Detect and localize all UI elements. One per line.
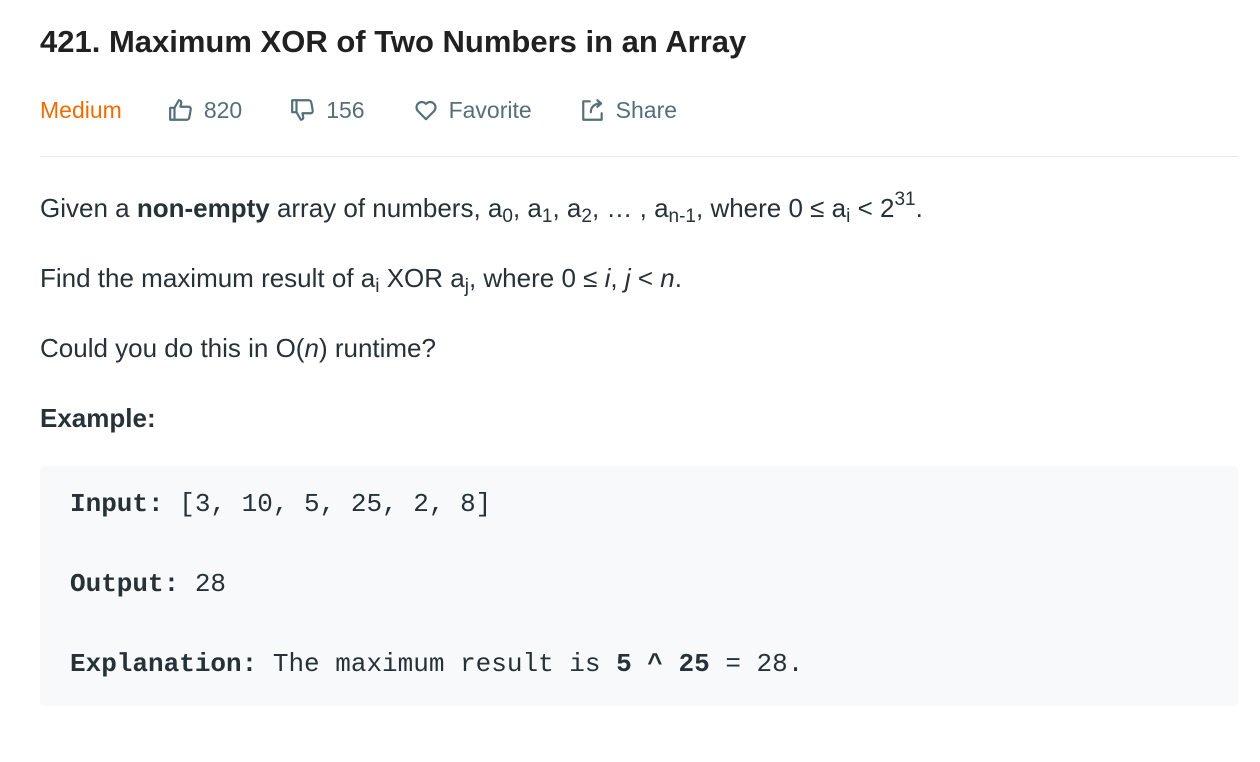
problem-meta-bar: Medium 820 156 Favorite Share — [40, 90, 725, 130]
explanation-expression: 5 ^ 25 — [616, 649, 710, 679]
thumbs-down-icon — [291, 99, 315, 121]
share-label: Share — [615, 96, 678, 123]
example-code-block: Input: [3, 10, 5, 25, 2, 8] Output: 28 E… — [40, 466, 1238, 706]
input-label: Input: — [70, 489, 164, 519]
share-button[interactable]: Share — [580, 97, 677, 124]
share-icon — [581, 99, 603, 121]
example-explanation-line: Explanation: The maximum result is 5 ^ 2… — [70, 649, 804, 679]
favorite-button[interactable]: Favorite — [413, 97, 532, 124]
divider — [40, 156, 1238, 157]
description-paragraph: Find the maximum result of ai XOR aj, wh… — [40, 263, 682, 297]
like-button[interactable]: 820 — [168, 97, 242, 124]
like-count: 820 — [203, 96, 243, 123]
dislike-count: 156 — [326, 96, 365, 123]
difficulty-label: Medium — [40, 96, 122, 123]
explanation-label: Explanation: — [70, 649, 258, 679]
thumbs-up-icon — [168, 99, 192, 121]
input-value: [3, 10, 5, 25, 2, 8] — [163, 489, 492, 519]
problem-description: Given a non-empty array of numbers, a0, … — [40, 186, 1230, 440]
description-paragraph: Given a non-empty array of numbers, a0, … — [40, 189, 923, 227]
heart-icon — [414, 101, 437, 121]
dislike-button[interactable]: 156 — [290, 96, 365, 124]
problem-title: 421. Maximum XOR of Two Numbers in an Ar… — [40, 24, 747, 59]
example-heading: Example: — [40, 403, 156, 433]
favorite-label: Favorite — [448, 96, 532, 123]
output-label: Output: — [70, 569, 180, 599]
example-input-line: Input: [3, 10, 5, 25, 2, 8] — [70, 486, 491, 522]
description-paragraph: Could you do this in O(n) runtime? — [40, 333, 436, 363]
output-value: 28 — [179, 569, 227, 599]
example-output-line: Output: 28 — [70, 566, 226, 602]
emphasis-text: non-empty — [136, 193, 270, 223]
